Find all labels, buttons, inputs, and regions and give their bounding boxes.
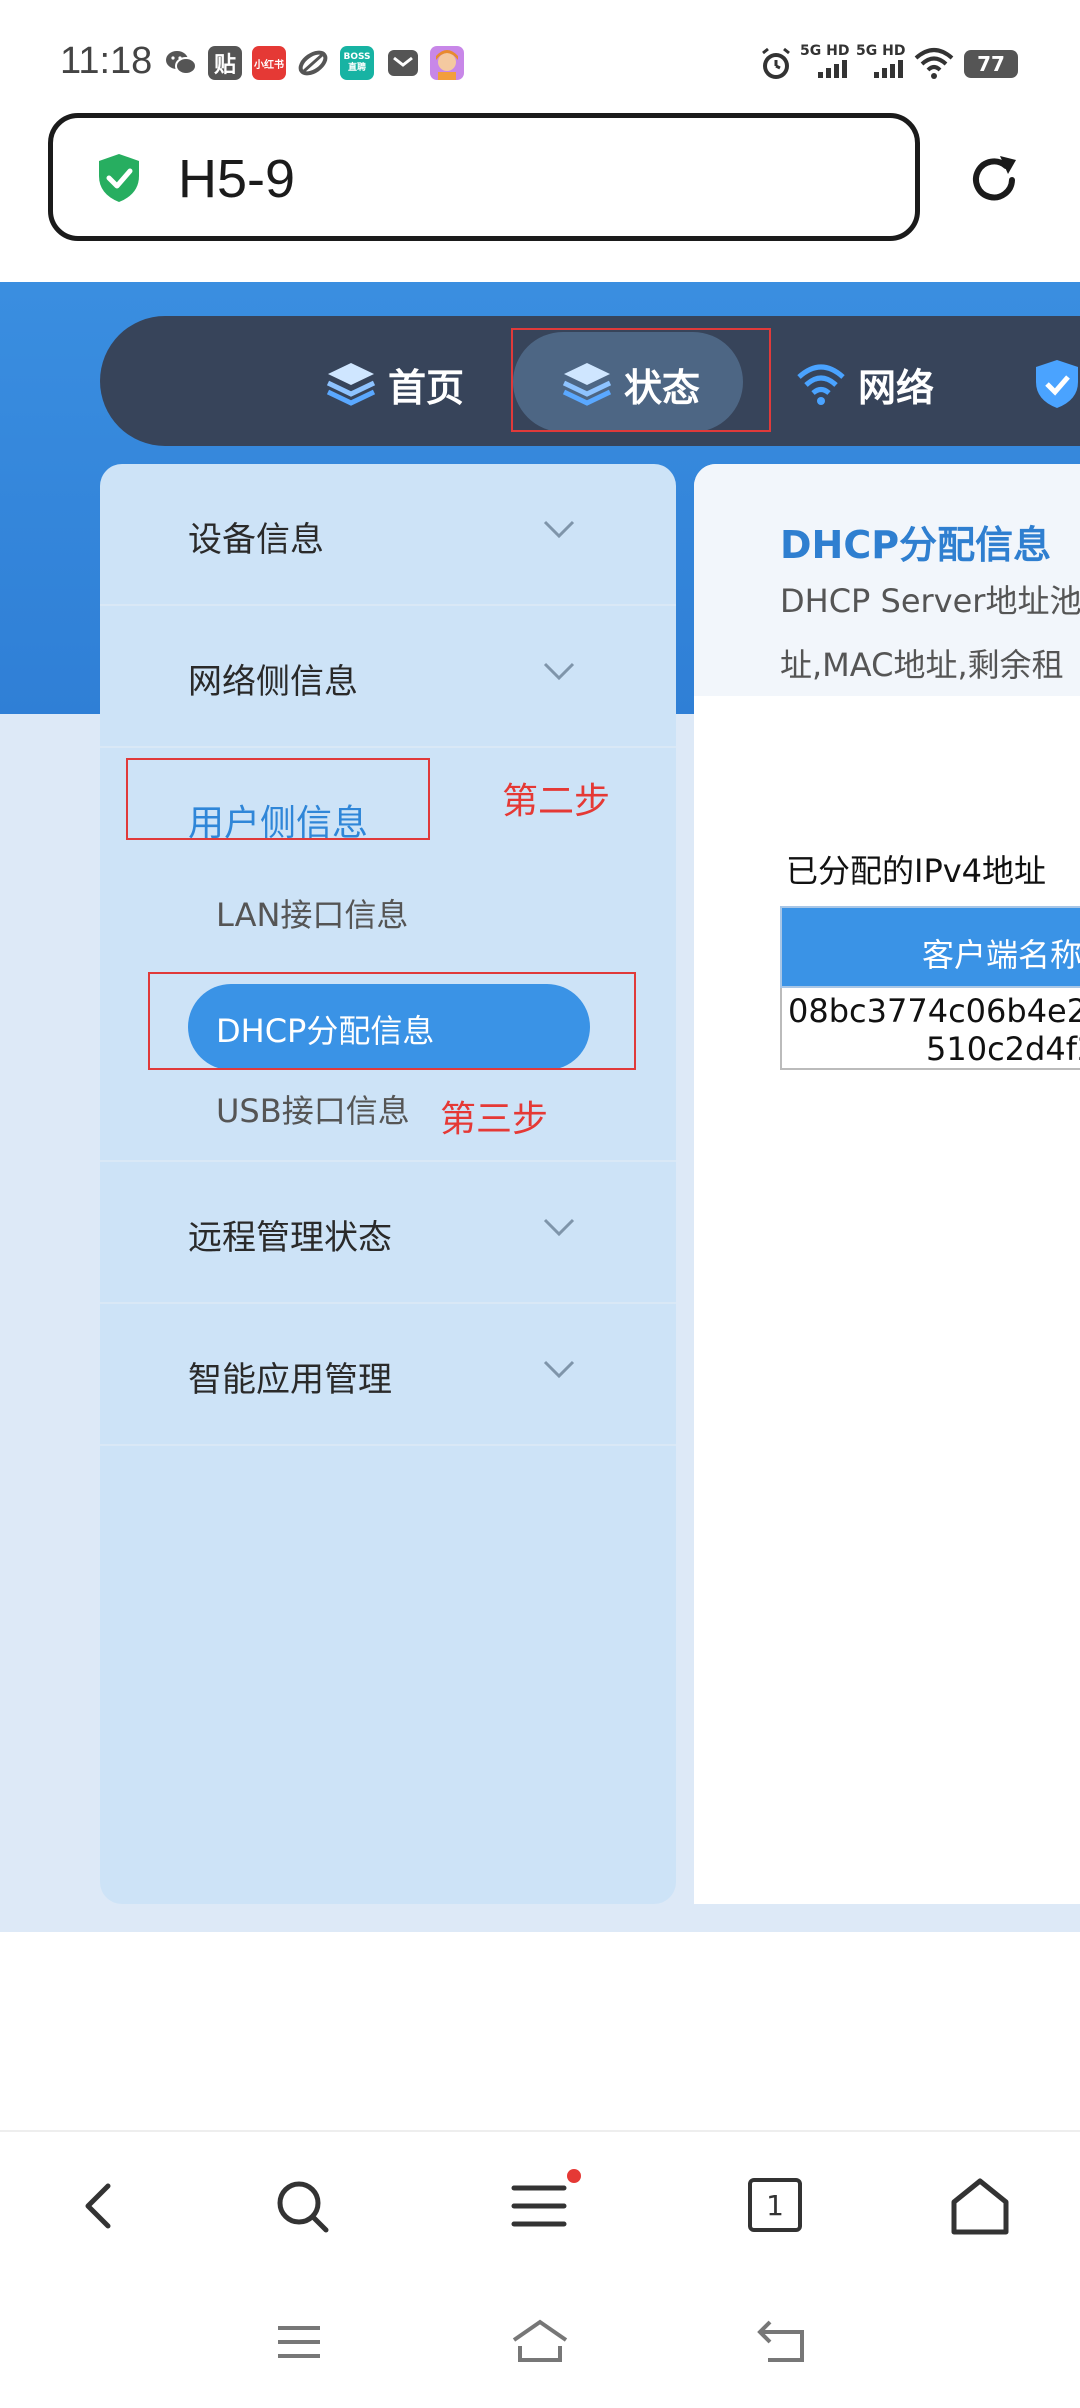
- signal-1-label: 5G HD: [800, 43, 850, 59]
- address-bar-title[interactable]: H5-9: [178, 148, 295, 210]
- boss-zhipin-icon-label: BOSS 直聘: [343, 52, 371, 73]
- table-header-client-name: 客户端名称: [922, 936, 1080, 974]
- table-cell-client-id-line1: 08bc3774c06b4e2: [788, 992, 1080, 1030]
- mail-icon: [386, 46, 420, 80]
- sidebar-item-label: 智能应用管理: [188, 1360, 392, 1400]
- alarm-icon: [758, 46, 794, 82]
- layers-icon: [326, 363, 376, 406]
- home-icon[interactable]: [948, 2176, 1012, 2238]
- wifi-icon: [797, 364, 845, 405]
- nav-home-label: 首页: [388, 365, 465, 410]
- system-home-icon[interactable]: [508, 2316, 572, 2366]
- page-title: DHCP分配信息: [780, 523, 1052, 567]
- sidebar-item-label: 网络侧信息: [188, 662, 358, 702]
- battery-level: 77: [977, 52, 1005, 76]
- annotation-box-step1: [511, 328, 771, 432]
- table-header: 客户端名称: [780, 906, 1080, 988]
- search-icon[interactable]: [272, 2176, 332, 2236]
- sidebar-item-label: 远程管理状态: [188, 1218, 392, 1258]
- annotation-step3: 第三步: [440, 1099, 549, 1140]
- sidebar-item-smart-app-management[interactable]: 智能应用管理: [100, 1304, 676, 1446]
- nav-home[interactable]: 首页: [326, 344, 464, 424]
- page-description-line2: 址,MAC地址,剩余租: [780, 646, 1064, 684]
- sidebar-item-remote-management[interactable]: 远程管理状态: [100, 1162, 676, 1304]
- secure-shield-icon: [97, 152, 141, 204]
- sidebar-item-label: 设备信息: [188, 520, 324, 560]
- page-description-line1: DHCP Server地址池: [780, 582, 1080, 620]
- web-view: 首页 状态 网络 第一步 设备信息 网络侧信息 用户侧信息 第二步 LAN接口信…: [0, 282, 1080, 1932]
- submenu-lan-info[interactable]: LAN接口信息: [216, 890, 408, 936]
- table-row: 08bc3774c06b4e2 510c2d4f2: [780, 988, 1080, 1070]
- nav-network-label: 网络: [858, 365, 935, 410]
- menu-icon[interactable]: [508, 2168, 584, 2238]
- tabs-count: 1: [766, 2188, 784, 2222]
- back-icon[interactable]: [70, 2176, 130, 2236]
- signal-2-label: 5G HD: [856, 43, 906, 59]
- status-time: 11:18: [60, 40, 153, 82]
- annotation-box-step3: [148, 972, 636, 1070]
- cellular-signal-2-icon: 5G HD: [856, 44, 905, 78]
- shield-icon: [1036, 360, 1078, 408]
- submenu-usb-info[interactable]: USB接口信息: [216, 1086, 410, 1132]
- chevron-down-icon: [543, 1218, 575, 1237]
- content-panel: DHCP分配信息 DHCP Server地址池 址,MAC地址,剩余租 已分配的…: [694, 464, 1080, 1904]
- nav-network[interactable]: 网络: [796, 344, 934, 424]
- system-back-icon[interactable]: [754, 2318, 810, 2364]
- reload-icon[interactable]: [962, 148, 1026, 212]
- cellular-signal-1-icon: 5G HD: [800, 44, 849, 78]
- sidebar-item-device-info[interactable]: 设备信息: [100, 464, 676, 606]
- wifi-status-icon: [914, 46, 954, 80]
- chevron-down-icon: [543, 662, 575, 681]
- xiaohongshu-icon-label: 小红书: [254, 59, 284, 71]
- annotation-step2: 第二步: [502, 781, 611, 822]
- system-recents-icon[interactable]: [274, 2322, 324, 2362]
- table-cell-client-id-line2: 510c2d4f2: [926, 1030, 1080, 1068]
- tabs-icon[interactable]: 1: [748, 2178, 802, 2232]
- avatar-app-icon: [430, 46, 464, 80]
- xiaohongshu-icon: 小红书: [252, 46, 286, 80]
- sidebar: 设备信息 网络侧信息 用户侧信息 第二步 LAN接口信息 DHCP分配信息 US…: [100, 464, 676, 1904]
- annotation-box-step2: [126, 758, 430, 840]
- section-label: 已分配的IPv4地址: [786, 852, 1047, 890]
- battery-icon: 77: [964, 50, 1018, 78]
- status-bar: 11:18 贴 小红书 BOSS 直聘 5G HD 5G HD 77: [0, 0, 1080, 110]
- sidebar-item-network-side-info[interactable]: 网络侧信息: [100, 606, 676, 748]
- leaf-app-icon: [296, 46, 330, 80]
- tieba-icon-label: 贴: [213, 53, 236, 78]
- chevron-down-icon: [543, 1360, 575, 1379]
- nav-security[interactable]: [1034, 344, 1080, 424]
- boss-zhipin-icon: BOSS 直聘: [340, 46, 374, 80]
- tieba-icon: 贴: [208, 46, 242, 80]
- wechat-icon: [164, 46, 198, 80]
- dhcp-table: 客户端名称 08bc3774c06b4e2 510c2d4f2: [780, 906, 1080, 1070]
- chevron-down-icon: [543, 520, 575, 539]
